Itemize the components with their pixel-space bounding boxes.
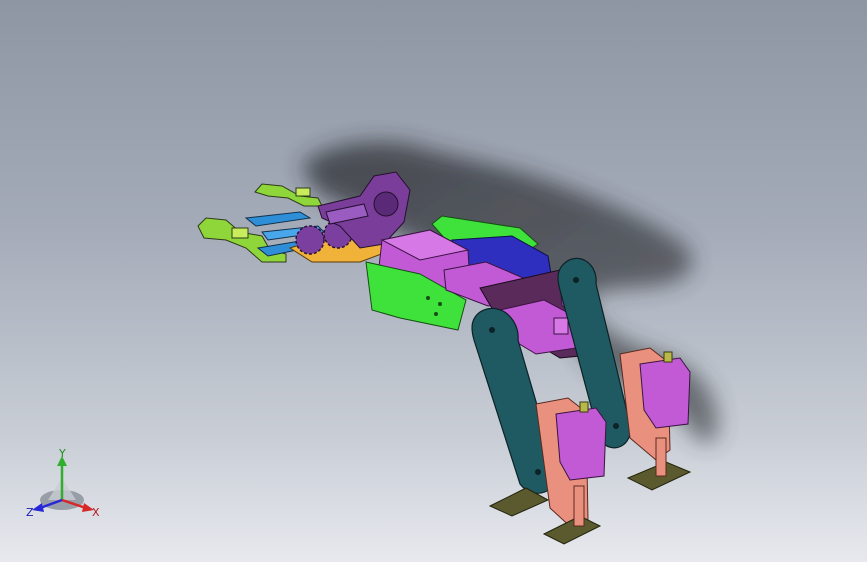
z-axis-label: Z	[26, 506, 34, 519]
gripper-link-upper[interactable]	[244, 211, 312, 227]
front-leg-hole-1	[489, 327, 495, 333]
front-foot-bracket	[573, 485, 585, 527]
back-leg-hole-2	[613, 423, 619, 429]
wrist-hole	[373, 191, 399, 217]
front-leg-hole-2	[535, 469, 541, 475]
lower-finger-pad	[231, 227, 249, 239]
orientation-triad[interactable]: Y X Z	[24, 448, 104, 522]
back-servo-spline	[663, 351, 673, 363]
bracket-hole-3	[434, 312, 438, 316]
upper-finger-pad	[295, 187, 311, 197]
model-scene[interactable]	[0, 0, 867, 562]
back-leg-hole-1	[573, 277, 579, 283]
back-foot-bracket	[655, 437, 667, 477]
gear-left[interactable]	[295, 225, 325, 255]
x-axis-label: X	[92, 506, 100, 519]
servo-horn	[553, 317, 569, 335]
front-foot-right[interactable]	[542, 515, 602, 545]
front-servo-spline	[579, 401, 589, 413]
gripper-assembly[interactable]	[197, 171, 411, 263]
upper-finger[interactable]	[254, 183, 323, 207]
front-ankle-servo[interactable]	[555, 407, 607, 481]
y-axis-label: Y	[58, 448, 66, 460]
bracket-hole-2	[438, 302, 442, 306]
cad-viewport[interactable]: Y X Z	[0, 0, 867, 562]
bracket-hole-1	[426, 296, 430, 300]
z-axis-arrow	[32, 503, 44, 512]
